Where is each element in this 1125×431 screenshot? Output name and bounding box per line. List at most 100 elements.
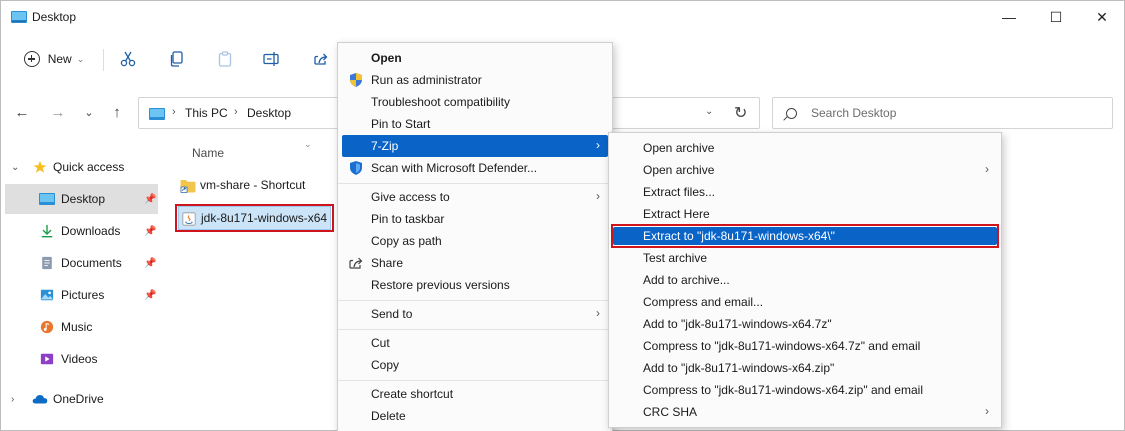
menu-item-label: Give access to (371, 190, 450, 204)
new-label: New (47, 52, 72, 66)
submenu-item-compress-and-email[interactable]: Compress and email... (613, 291, 997, 313)
submenu-item-open-archive[interactable]: Open archive (613, 137, 997, 159)
pin-icon[interactable]: 📌 (144, 226, 156, 237)
nav-downloads-label: Downloads (61, 224, 121, 238)
refresh-icon[interactable]: ↻ (734, 103, 747, 123)
menu-item-run-as-administrator[interactable]: Run as administrator (342, 69, 608, 91)
pin-icon[interactable]: 📌 (144, 290, 156, 301)
menu-item-delete[interactable]: Delete (342, 405, 608, 427)
submenu-item-add-to-7z[interactable]: Add to "jdk-8u171-windows-x64.7z" (613, 313, 997, 335)
cut-button[interactable] (116, 39, 140, 79)
menu-item-label: Troubleshoot compatibility (371, 95, 510, 109)
menu-item-scan-with-defender[interactable]: Scan with Microsoft Defender... (342, 157, 608, 179)
up-button[interactable]: ↑ (106, 99, 128, 125)
menu-item-send-to[interactable]: Send to › (342, 303, 608, 325)
up-arrow-icon: ↑ (113, 103, 121, 121)
seven-zip-submenu: Open archive Open archive › Extract file… (608, 132, 1002, 428)
menu-item-copy-as-path[interactable]: Copy as path (342, 230, 608, 252)
menu-item-open[interactable]: Open (342, 47, 608, 69)
recent-locations-button[interactable]: ⌄ (78, 99, 100, 125)
submenu-arrow-icon: › (596, 189, 600, 203)
maximize-icon: ☐ (1049, 8, 1063, 25)
cloud-icon (32, 395, 48, 404)
menu-item-label: Share (371, 256, 404, 270)
submenu-item-extract-files[interactable]: Extract files... (613, 181, 997, 203)
rename-button[interactable] (260, 39, 284, 79)
submenu-arrow-icon: › (596, 306, 600, 320)
highlight-annotation-extract (611, 224, 999, 248)
chevron-down-icon: ⌄ (76, 53, 85, 64)
file-item-vm-share-shortcut[interactable]: vm-share - Shortcut (178, 174, 338, 198)
nav-pictures[interactable]: Pictures 📌 (5, 280, 158, 310)
nav-onedrive[interactable]: › OneDrive (5, 384, 158, 414)
menu-item-give-access-to[interactable]: Give access to › (342, 186, 608, 208)
defender-shield-icon (350, 161, 362, 175)
menu-item-label: Compress to "jdk-8u171-windows-x64.7z" a… (643, 339, 921, 353)
breadcrumb-desktop[interactable]: Desktop (247, 106, 291, 120)
menu-item-label: Add to "jdk-8u171-windows-x64.7z" (643, 317, 832, 331)
title-bar: Desktop — ☐ ✕ (1, 1, 1124, 33)
nav-videos[interactable]: Videos (5, 344, 158, 374)
submenu-item-open-archive-more[interactable]: Open archive › (613, 159, 997, 181)
menu-item-label: Test archive (643, 251, 708, 265)
menu-separator (338, 300, 612, 301)
menu-item-create-shortcut[interactable]: Create shortcut (342, 383, 608, 405)
minimize-button[interactable]: — (986, 1, 1032, 33)
close-icon: ✕ (1096, 8, 1108, 25)
submenu-item-extract-here[interactable]: Extract Here (613, 203, 997, 225)
nav-quick-access-label: Quick access (53, 160, 125, 174)
menu-item-label: Restore previous versions (371, 278, 510, 292)
paste-button[interactable] (213, 39, 237, 79)
music-icon (40, 320, 54, 334)
menu-separator (338, 183, 612, 184)
submenu-item-crc-sha[interactable]: CRC SHA › (613, 401, 997, 423)
submenu-item-compress-zip-email[interactable]: Compress to "jdk-8u171-windows-x64.zip" … (613, 379, 997, 401)
nav-downloads[interactable]: Downloads 📌 (5, 216, 158, 246)
submenu-item-compress-7z-email[interactable]: Compress to "jdk-8u171-windows-x64.7z" a… (613, 335, 997, 357)
highlight-annotation-file (175, 204, 334, 232)
new-button[interactable]: New ⌄ (15, 39, 93, 79)
breadcrumb-this-pc[interactable]: This PC (185, 106, 228, 120)
context-menu: Open Run as administrator Troubleshoot c… (337, 42, 613, 431)
pin-icon[interactable]: 📌 (144, 194, 156, 205)
submenu-item-add-to-archive[interactable]: Add to archive... (613, 269, 997, 291)
submenu-item-add-to-zip[interactable]: Add to "jdk-8u171-windows-x64.zip" (613, 357, 997, 379)
menu-item-share[interactable]: Share (342, 252, 608, 274)
menu-item-troubleshoot-compatibility[interactable]: Troubleshoot compatibility (342, 91, 608, 113)
back-button[interactable]: ← (11, 99, 33, 125)
maximize-button[interactable]: ☐ (1033, 1, 1079, 33)
menu-item-copy[interactable]: Copy (342, 354, 608, 376)
menu-item-restore-previous-versions[interactable]: Restore previous versions (342, 274, 608, 296)
menu-item-label: Cut (371, 336, 390, 350)
copy-button[interactable] (165, 39, 189, 79)
share-button[interactable] (309, 39, 333, 79)
menu-separator (338, 329, 612, 330)
search-box[interactable]: Search Desktop (772, 97, 1113, 129)
submenu-arrow-icon: › (985, 404, 989, 418)
submenu-item-test-archive[interactable]: Test archive (613, 247, 997, 269)
forward-button[interactable]: → (47, 99, 69, 125)
nav-quick-access[interactable]: ⌄ Quick access (5, 152, 158, 182)
chevron-down-icon: ⌄ (84, 106, 94, 119)
nav-desktop[interactable]: Desktop 📌 (5, 184, 158, 214)
menu-item-7-zip[interactable]: 7-Zip › (342, 135, 608, 157)
address-dropdown-icon[interactable]: ⌄ (705, 106, 713, 117)
plus-icon (23, 51, 40, 67)
menu-item-label: Add to archive... (643, 273, 730, 287)
nav-music[interactable]: Music (5, 312, 158, 342)
nav-pictures-label: Pictures (61, 288, 105, 302)
share-icon (349, 257, 363, 269)
menu-item-label: Scan with Microsoft Defender... (371, 161, 538, 175)
back-arrow-icon: ← (14, 103, 30, 121)
menu-item-cut[interactable]: Cut (342, 332, 608, 354)
close-button[interactable]: ✕ (1079, 1, 1125, 33)
menu-item-pin-to-taskbar[interactable]: Pin to taskbar (342, 208, 608, 230)
uac-shield-icon (350, 73, 362, 87)
nav-desktop-label: Desktop (61, 192, 106, 206)
nav-documents[interactable]: Documents 📌 (5, 248, 158, 278)
menu-item-label: Open archive (643, 163, 715, 177)
share-icon (314, 53, 328, 65)
pin-icon[interactable]: 📌 (144, 258, 156, 269)
column-header-name[interactable]: Name (192, 146, 224, 160)
menu-item-pin-to-start[interactable]: Pin to Start (342, 113, 608, 135)
